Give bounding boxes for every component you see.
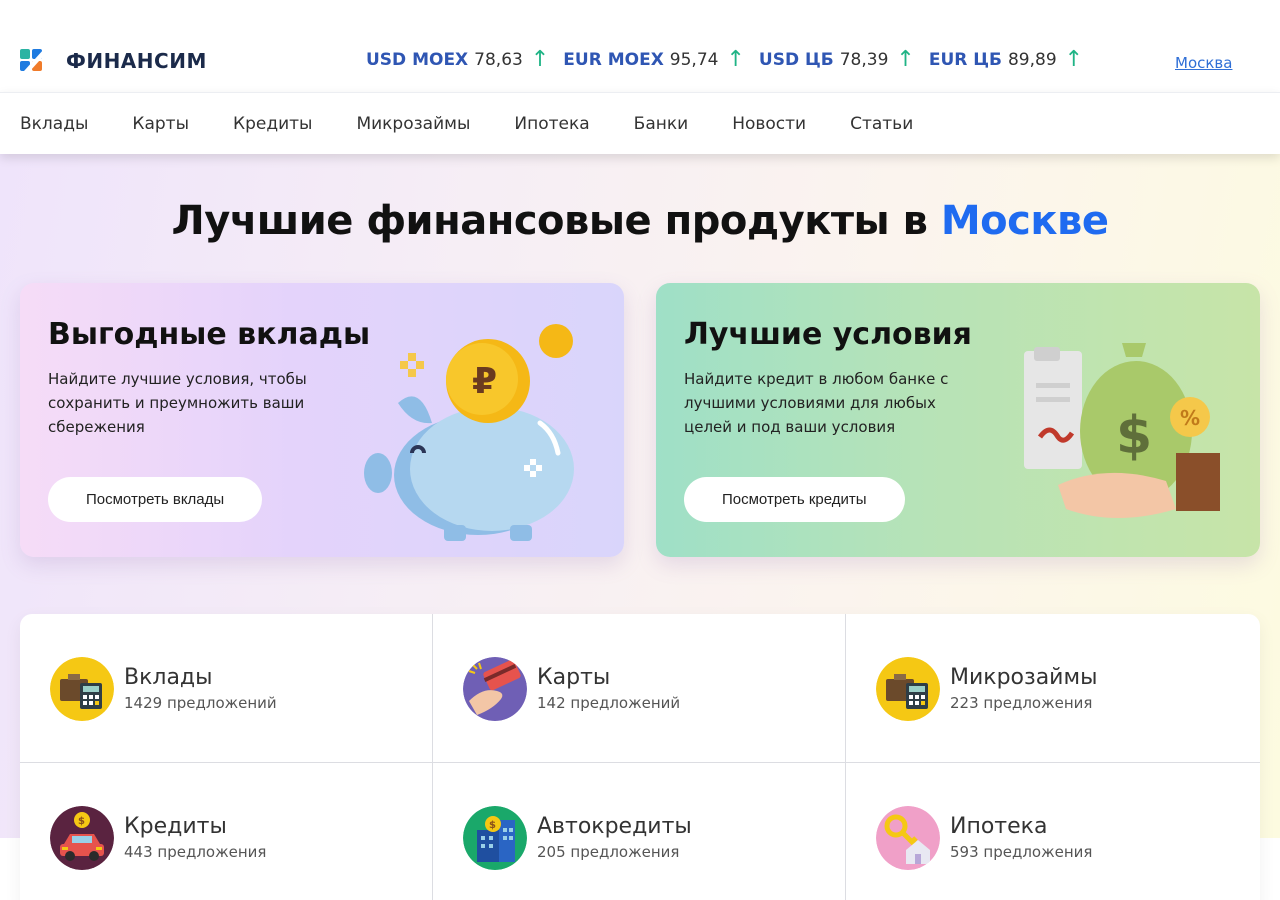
svg-text:$: $ xyxy=(78,816,85,827)
up-arrow-icon: ↑ xyxy=(896,47,915,72)
money-bag-icon: $ % xyxy=(1024,343,1220,518)
rate-eur-cb: EUR ЦБ 89,89 ↑ xyxy=(928,47,1084,72)
promo-text: Найдите кредит в любом банке с лучшими у… xyxy=(684,370,949,436)
rate-label: USD ЦБ xyxy=(758,50,834,70)
rate-usd-cb: USD ЦБ 78,39 ↑ xyxy=(758,47,915,72)
nav-item-cards[interactable]: Карты xyxy=(132,114,189,134)
view-credits-button[interactable]: Посмотреть кредиты xyxy=(684,477,905,522)
header: ФИНАНСИМ USD MOEX 78,63 ↑ EUR MOEX 95,74… xyxy=(0,0,1280,92)
up-arrow-icon: ↑ xyxy=(530,47,550,72)
page-title-prefix: Лучшие финансовые продукты в xyxy=(171,198,941,244)
svg-text:%: % xyxy=(1180,406,1200,430)
nav-item-deposits[interactable]: Вклады xyxy=(20,114,88,134)
briefcase-calculator-icon xyxy=(876,657,940,721)
category-auto-credits[interactable]: $ Автокредиты 205 предложения xyxy=(433,763,846,900)
rate-label: EUR MOEX xyxy=(563,50,664,70)
category-deposits[interactable]: Вклады 1429 предложений xyxy=(20,614,433,763)
piggy-bank-icon: ₽ xyxy=(364,324,574,541)
category-count: 593 предложения xyxy=(950,843,1093,861)
nav-item-articles[interactable]: Статьи xyxy=(850,114,913,134)
category-microloans[interactable]: Микрозаймы 223 предложения xyxy=(846,614,1260,763)
category-count: 443 предложения xyxy=(124,843,267,861)
logo-icon xyxy=(20,49,50,71)
category-name: Микрозаймы xyxy=(950,665,1098,690)
logo[interactable]: ФИНАНСИМ xyxy=(20,47,207,75)
card-hand-icon xyxy=(463,657,527,721)
car-coin-icon: $ xyxy=(50,806,114,870)
rate-label: USD MOEX xyxy=(366,50,469,70)
category-count: 1429 предложений xyxy=(124,694,277,712)
rate-usd-moex: USD MOEX 78,63 ↑ xyxy=(366,47,550,72)
rate-value: 78,63 xyxy=(474,50,523,70)
category-count: 223 предложения xyxy=(950,694,1093,712)
nav-item-mortgage[interactable]: Ипотека xyxy=(514,114,589,134)
nav-item-news[interactable]: Новости xyxy=(732,114,806,134)
rate-value: 89,89 xyxy=(1007,50,1057,70)
nav-item-credits[interactable]: Кредиты xyxy=(233,114,312,134)
view-deposits-button[interactable]: Посмотреть вклады xyxy=(48,477,263,522)
category-name: Карты xyxy=(537,665,611,690)
briefcase-calculator-icon xyxy=(50,657,114,721)
svg-text:₽: ₽ xyxy=(472,361,497,402)
rate-label: EUR ЦБ xyxy=(928,50,1002,70)
currency-rates: USD MOEX 78,63 ↑ EUR MOEX 95,74 ↑ USD ЦБ… xyxy=(366,47,1097,72)
category-count: 205 предложения xyxy=(537,843,680,861)
category-count: 142 предложений xyxy=(537,694,681,712)
categories-grid: Вклады 1429 предложений Карты 142 предло… xyxy=(20,614,1260,900)
nav-item-microloans[interactable]: Микрозаймы xyxy=(356,114,470,134)
svg-text:$: $ xyxy=(489,820,496,831)
up-arrow-icon: ↑ xyxy=(1064,47,1084,72)
promo-card-credits: Лучшие условия Найдите кредит в любом ба… xyxy=(656,283,1260,557)
nav-item-banks[interactable]: Банки xyxy=(634,114,689,134)
category-cards[interactable]: Карты 142 предложений xyxy=(433,614,846,763)
city-selector-link[interactable]: Москва xyxy=(1175,54,1232,72)
category-name: Кредиты xyxy=(124,814,227,839)
main-nav: Вклады Карты Кредиты Микрозаймы Ипотека … xyxy=(0,92,1280,154)
category-name: Вклады xyxy=(124,665,213,690)
promo-title: Выгодные вклады xyxy=(48,317,371,352)
page-title: Лучшие финансовые продукты в Москве xyxy=(0,198,1280,244)
category-name: Автокредиты xyxy=(537,814,692,839)
page-title-city: Москве xyxy=(940,198,1109,244)
rate-value: 95,74 xyxy=(669,50,719,70)
category-mortgage[interactable]: Ипотека 593 предложения xyxy=(846,763,1260,900)
brand-name: ФИНАНСИМ xyxy=(66,49,207,73)
rate-value: 78,39 xyxy=(839,50,889,70)
up-arrow-icon: ↑ xyxy=(726,47,745,72)
promo-text: Найдите лучшие условия, чтобы сохранить … xyxy=(48,370,307,436)
svg-text:$: $ xyxy=(1116,406,1152,466)
promo-title: Лучшие условия xyxy=(684,317,972,352)
rate-eur-moex: EUR MOEX 95,74 ↑ xyxy=(563,47,745,72)
house-key-icon xyxy=(876,806,940,870)
category-name: Ипотека xyxy=(950,814,1048,839)
promo-card-deposits: Выгодные вклады Найдите лучшие условия, … xyxy=(20,283,624,557)
category-credits[interactable]: $ Кредиты 443 предложения xyxy=(20,763,433,900)
building-coin-icon: $ xyxy=(463,806,527,870)
